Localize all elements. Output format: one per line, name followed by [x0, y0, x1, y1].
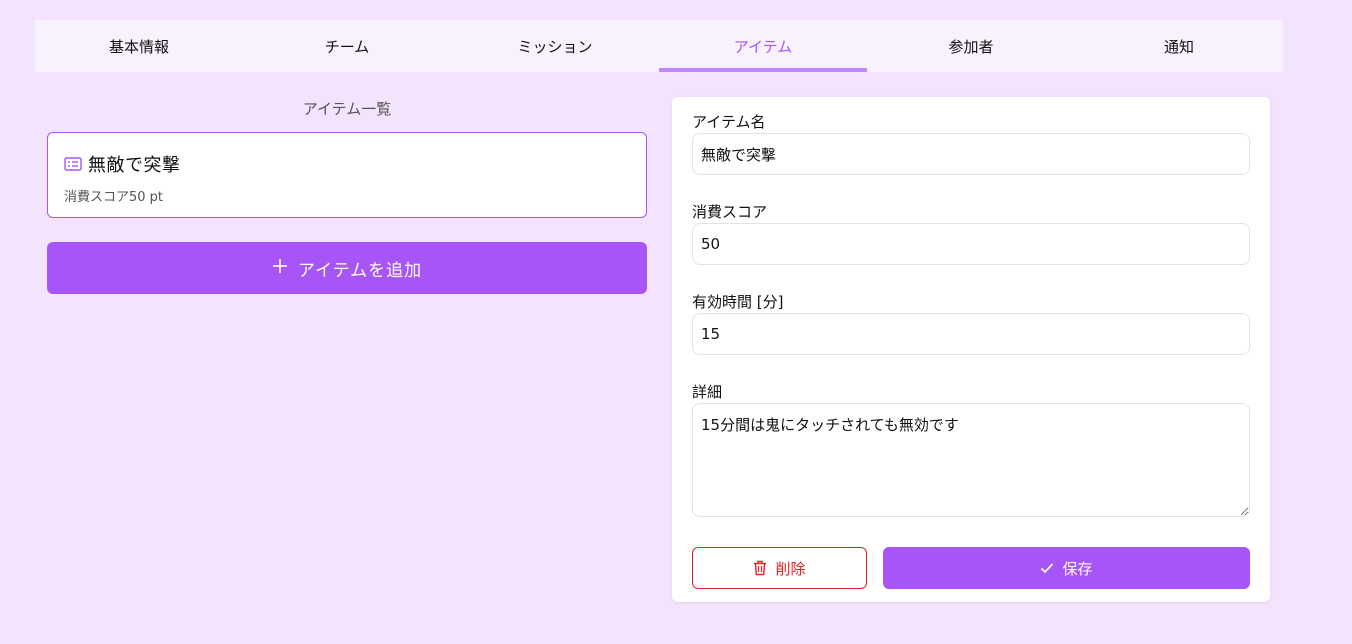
- delete-label: 削除: [775, 559, 806, 578]
- tab-item[interactable]: アイテム: [659, 20, 867, 72]
- save-label: 保存: [1062, 559, 1093, 578]
- score-label: 消費スコア: [692, 203, 768, 221]
- item-name-input[interactable]: [692, 133, 1250, 175]
- trash-icon: [753, 560, 767, 576]
- duration-label: 有効時間 [分]: [692, 293, 784, 311]
- add-item-label: アイテムを追加: [297, 260, 423, 281]
- add-item-button[interactable]: アイテムを追加: [47, 242, 647, 294]
- tab-notifications[interactable]: 通知: [1075, 20, 1283, 72]
- item-list-title: アイテム一覧: [302, 100, 392, 118]
- duration-input[interactable]: [692, 313, 1250, 355]
- item-name: 無敵で突撃: [88, 155, 181, 176]
- detail-textarea[interactable]: 15分間は鬼にタッチされても無効です: [692, 403, 1250, 517]
- save-button[interactable]: 保存: [883, 547, 1250, 589]
- tab-mission[interactable]: ミッション: [451, 20, 659, 72]
- item-cost: 消費スコア50 pt: [64, 190, 164, 205]
- plus-icon: [272, 257, 288, 279]
- tab-team[interactable]: チーム: [243, 20, 451, 72]
- tab-participants[interactable]: 参加者: [867, 20, 1075, 72]
- tab-basic-info[interactable]: 基本情報: [35, 20, 243, 72]
- delete-button[interactable]: 削除: [692, 547, 867, 589]
- item-name-label: アイテム名: [692, 113, 766, 131]
- score-input[interactable]: [692, 223, 1250, 265]
- tab-bar: 基本情報 チーム ミッション アイテム 参加者 通知: [35, 20, 1283, 72]
- detail-label: 詳細: [692, 383, 723, 401]
- item-list-card[interactable]: 無敵で突撃 消費スコア50 pt: [47, 132, 647, 218]
- item-edit-form: アイテム名 消費スコア 有効時間 [分] 詳細 15分間は鬼にタッチされても無効…: [672, 97, 1270, 602]
- id-card-icon: [64, 157, 82, 171]
- check-icon: [1040, 562, 1054, 574]
